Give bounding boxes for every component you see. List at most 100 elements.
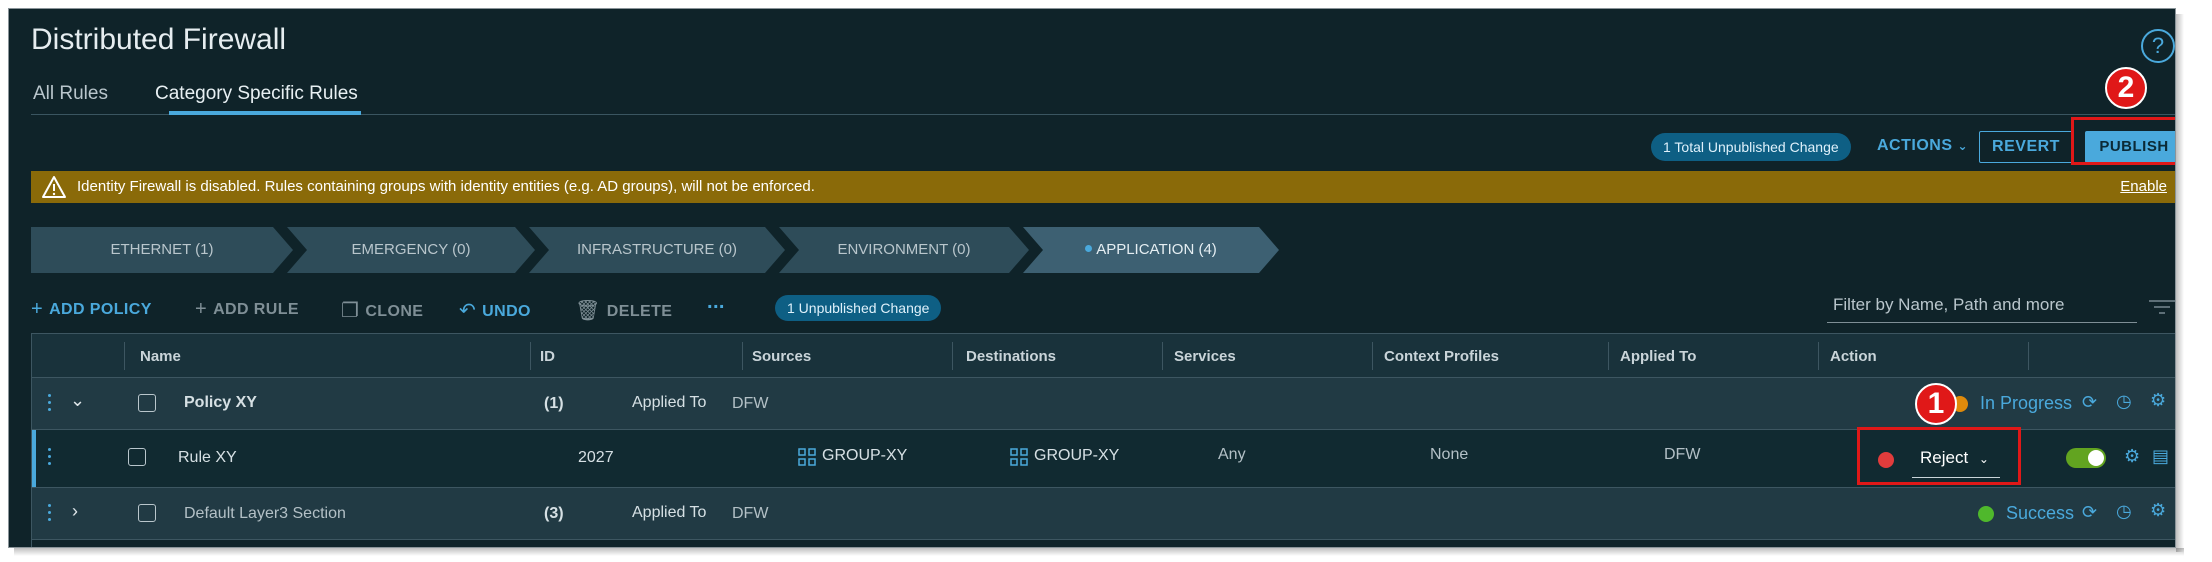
undo-button[interactable]: ↶ UNDO [459, 297, 531, 322]
revert-button[interactable]: REVERT [1979, 131, 2073, 163]
policy-checkbox[interactable] [138, 504, 156, 522]
column-header-id[interactable]: ID [540, 348, 555, 365]
category-environment[interactable]: ENVIRONMENT (0) [779, 227, 1029, 273]
column-divider [1162, 342, 1163, 370]
filter-input[interactable]: Filter by Name, Path and more [1827, 293, 2137, 323]
more-actions-button[interactable]: ... [707, 291, 725, 314]
rule-applied-to[interactable]: DFW [1664, 446, 1700, 464]
policy-checkbox[interactable] [138, 394, 156, 412]
enable-link[interactable]: Enable [2120, 178, 2167, 195]
group-icon [798, 448, 816, 466]
rule-row[interactable]: Rule XY 2027 GROUP-XY GROUP-XY Any None … [32, 430, 2175, 488]
toggle-knob [2088, 450, 2104, 466]
rules-table: Name ID Sources Destinations Services Co… [31, 333, 2175, 547]
tab-category-specific-rules[interactable]: Category Specific Rules [155, 83, 358, 105]
chevron-down-icon: ⌄ [1957, 139, 1969, 153]
active-dot-icon [1085, 245, 1092, 252]
policy-applied-to-value[interactable]: DFW [732, 395, 768, 413]
policy-rule-count: (3) [544, 505, 564, 522]
drag-handle-icon[interactable] [48, 394, 52, 415]
category-steps: ETHERNET (1) EMERGENCY (0) INFRASTRUCTUR… [31, 227, 1331, 273]
undo-label: UNDO [482, 303, 531, 320]
category-label: APPLICATION (4) [1096, 241, 1217, 258]
callout-2: 2 [2105, 67, 2147, 109]
column-divider [1818, 342, 1819, 370]
clone-button[interactable]: ❐ CLONE [341, 297, 423, 322]
warning-triangle-icon [42, 176, 66, 198]
gear-icon[interactable]: ⚙ [2150, 500, 2166, 521]
gear-icon[interactable]: ⚙ [2124, 446, 2140, 467]
chevron-right-icon[interactable]: › [72, 501, 78, 522]
policy-row[interactable]: ⌄ Policy XY (1) Applied To DFW In Progre… [32, 378, 2175, 430]
undo-icon: ↶ [459, 300, 477, 322]
copy-icon: ❐ [341, 300, 360, 322]
help-icon[interactable]: ? [2141, 29, 2175, 63]
filter-icon[interactable] [2149, 299, 2175, 315]
column-divider [952, 342, 953, 370]
app-window: Distributed Firewall ? All Rules Categor… [8, 8, 2176, 548]
trash-icon: 🗑 [575, 300, 601, 322]
add-rule-button[interactable]: + ADD RULE [195, 297, 299, 320]
history-icon[interactable]: ◷ [2116, 391, 2132, 412]
column-divider [530, 342, 531, 370]
column-header-destinations[interactable]: Destinations [966, 348, 1056, 365]
publish-highlight-box [2071, 117, 2175, 165]
category-emergency[interactable]: EMERGENCY (0) [287, 227, 535, 273]
refresh-icon[interactable]: ⟳ [2082, 392, 2097, 413]
window-shadow [14, 548, 2184, 556]
rule-context-profile[interactable]: None [1430, 446, 1468, 464]
category-application[interactable]: APPLICATION (4) [1023, 227, 1279, 273]
column-header-sources[interactable]: Sources [752, 348, 811, 365]
rule-destination[interactable]: GROUP-XY [1034, 447, 1119, 465]
identity-firewall-banner: Identity Firewall is disabled. Rules con… [31, 171, 2175, 203]
rule-checkbox[interactable] [128, 448, 146, 466]
column-divider [1372, 342, 1373, 370]
rule-id: 2027 [578, 449, 614, 466]
column-divider [742, 342, 743, 370]
group-icon [1010, 448, 1028, 466]
add-policy-label: ADD POLICY [49, 301, 152, 318]
banner-message: Identity Firewall is disabled. Rules con… [77, 178, 815, 195]
category-label: EMERGENCY (0) [351, 241, 471, 258]
plus-icon: + [31, 298, 44, 320]
column-divider [2028, 342, 2029, 370]
column-header-context-profiles[interactable]: Context Profiles [1384, 348, 1499, 365]
selected-row-indicator [32, 430, 36, 487]
policy-applied-to-value[interactable]: DFW [732, 505, 768, 523]
action-highlight-box [1857, 427, 2021, 485]
rule-service[interactable]: Any [1218, 446, 1246, 464]
policy-applied-to-label: Applied To [632, 504, 707, 521]
stats-chart-icon[interactable]: ▤ [2152, 446, 2169, 467]
rule-name[interactable]: Rule XY [178, 449, 237, 467]
column-header-services[interactable]: Services [1174, 348, 1236, 365]
column-divider [1608, 342, 1609, 370]
chevron-down-icon[interactable]: ⌄ [70, 390, 85, 411]
column-header-name[interactable]: Name [140, 348, 181, 365]
drag-handle-icon[interactable] [48, 448, 52, 469]
add-policy-button[interactable]: + ADD POLICY [31, 297, 152, 320]
add-rule-label: ADD RULE [213, 301, 299, 318]
policy-row[interactable]: › Default Layer3 Section (3) Applied To … [32, 488, 2175, 540]
refresh-icon[interactable]: ⟳ [2082, 502, 2097, 523]
status-success-icon [1978, 506, 1994, 522]
clone-label: CLONE [365, 303, 424, 320]
category-ethernet[interactable]: ETHERNET (1) [31, 227, 293, 273]
policy-status[interactable]: Success [2006, 503, 2074, 524]
history-icon[interactable]: ◷ [2116, 501, 2132, 522]
policy-applied-to-label: Applied To [632, 394, 707, 411]
delete-button[interactable]: 🗑 DELETE [575, 297, 672, 322]
window-shadow [2176, 14, 2184, 552]
drag-handle-icon[interactable] [48, 504, 52, 525]
column-header-applied-to[interactable]: Applied To [1620, 348, 1696, 365]
tab-bar: All Rules Category Specific Rules [31, 73, 2175, 115]
column-header-action[interactable]: Action [1830, 348, 1877, 365]
delete-label: DELETE [606, 303, 673, 320]
rule-enabled-toggle[interactable] [2066, 448, 2106, 468]
tab-all-rules[interactable]: All Rules [33, 83, 108, 105]
category-label: ENVIRONMENT (0) [837, 241, 971, 258]
gear-icon[interactable]: ⚙ [2150, 390, 2166, 411]
policy-status[interactable]: In Progress [1980, 393, 2072, 414]
rule-source[interactable]: GROUP-XY [822, 447, 907, 465]
category-infrastructure[interactable]: INFRASTRUCTURE (0) [529, 227, 785, 273]
actions-menu[interactable]: ACTIONS ⌄ [1877, 137, 1968, 155]
